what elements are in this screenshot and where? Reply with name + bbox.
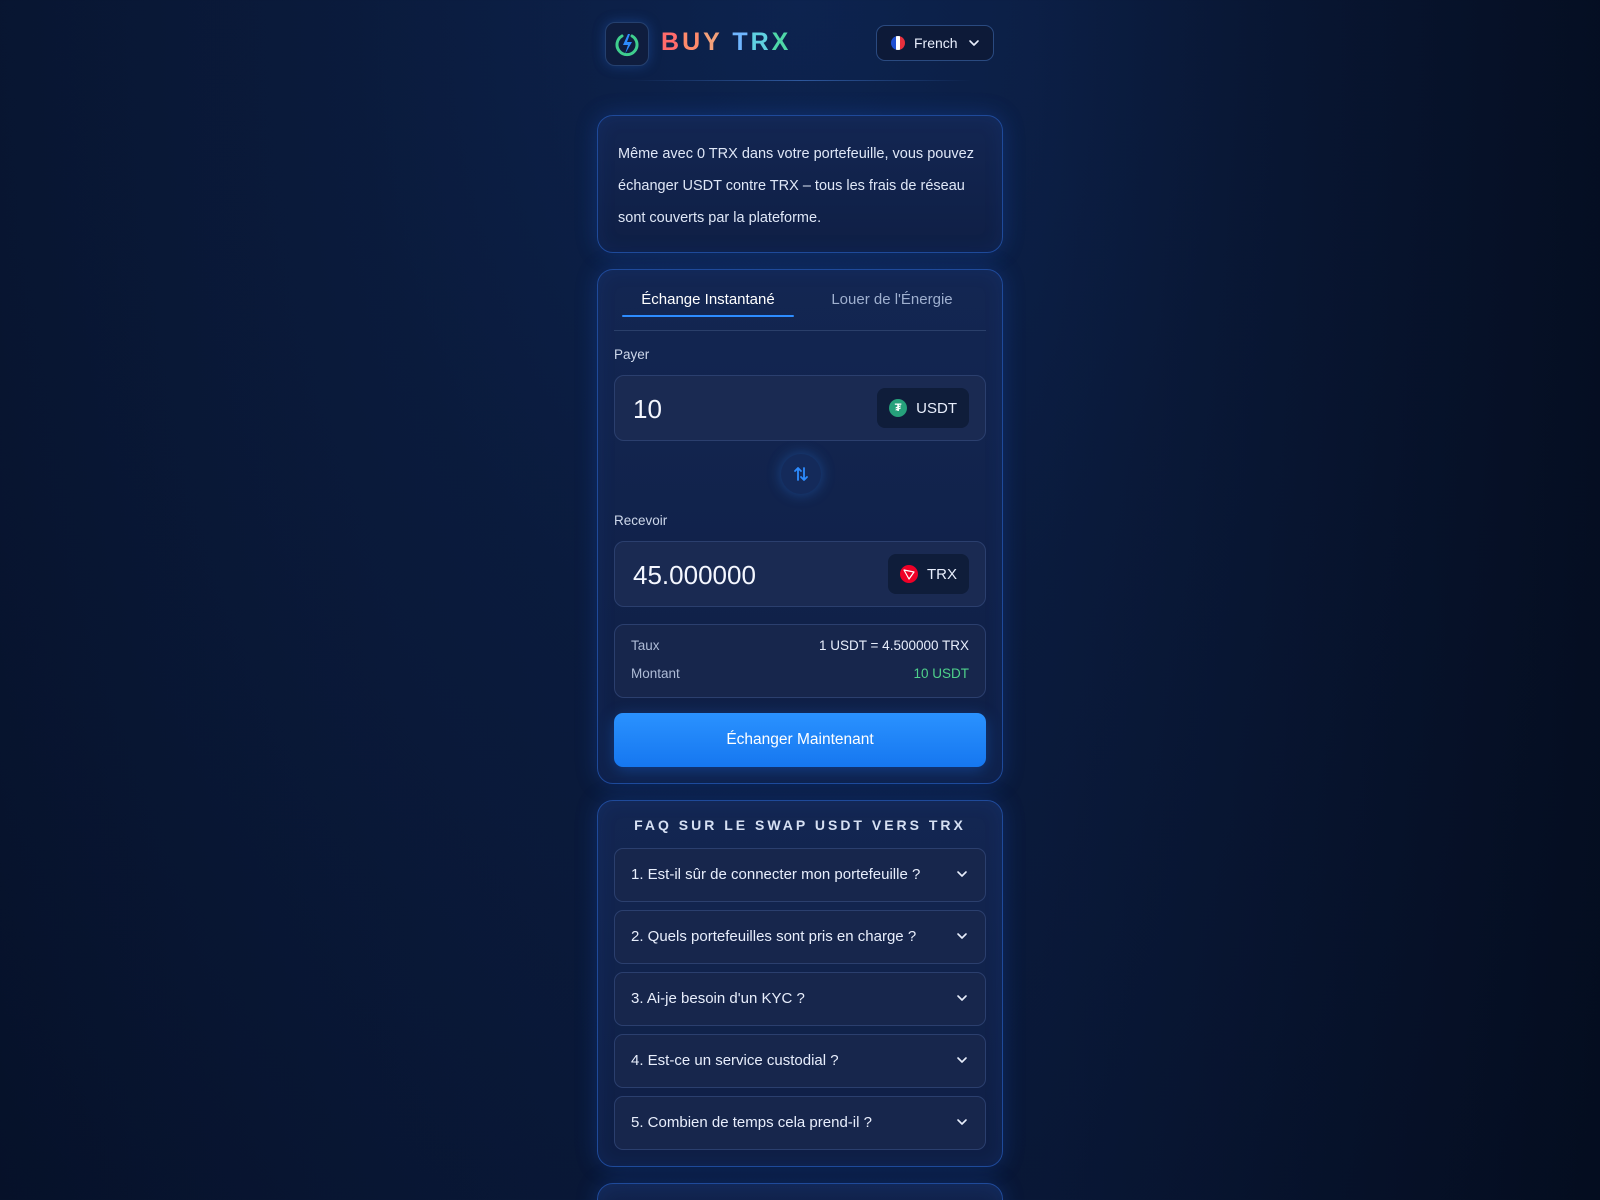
chevron-down-icon [957,871,967,877]
pay-token-label: USDT [916,399,957,417]
language-selector[interactable]: French [876,25,994,61]
brand-letter: U [682,28,704,56]
receive-token-selector[interactable]: TRX [888,554,969,594]
info-card: Même avec 0 TRX dans votre portefeuille,… [597,115,1003,253]
faq-card: FAQ SUR LE SWAP USDT VERS TRX 1. Est-il … [597,800,1003,1167]
language-label: French [914,35,958,51]
next-section-card [597,1183,1003,1200]
brand-name: BUY TRX [661,28,791,57]
rate-value: 1 USDT = 4.500000 TRX [819,638,969,653]
power-logo-icon [615,34,639,57]
header: BUY TRX French [597,22,1003,82]
chevron-down-icon [957,995,967,1001]
amount-row: Montant 10 USDT [631,666,969,681]
faq-item[interactable]: 2. Quels portefeuilles sont pris en char… [614,910,986,964]
faq-question: 4. Est-ce un service custodial ? [631,1052,839,1069]
tab-instant-swap[interactable]: Échange Instantané [622,270,794,329]
trx-token-icon [900,565,918,583]
chevron-down-icon [957,1119,967,1125]
tab-rent-energy[interactable]: Louer de l'Énergie [806,270,978,329]
swap-now-button[interactable]: Échanger Maintenant [614,713,986,767]
pay-token-selector[interactable]: ₮ USDT [877,388,969,428]
faq-title: FAQ SUR LE SWAP USDT VERS TRX [634,817,966,833]
brand-letter: T [732,28,751,56]
info-text: Même avec 0 TRX dans votre portefeuille,… [618,146,974,226]
pay-amount-input[interactable] [631,376,865,442]
chevron-down-icon [968,40,979,46]
faq-question: 1. Est-il sûr de connecter mon portefeui… [631,866,921,883]
header-divider [627,80,973,81]
pay-label: Payer [614,347,650,362]
faq-item[interactable]: 3. Ai-je besoin d'un KYC ? [614,972,986,1026]
faq-item[interactable]: 5. Combien de temps cela prend-il ? [614,1096,986,1150]
amount-label: Montant [631,666,680,681]
tab-bar: Échange Instantané Louer de l'Énergie [614,270,986,331]
brand-letter: Y [703,28,723,56]
chevron-down-icon [957,1057,967,1063]
pay-amount-box: ₮ USDT [614,375,986,442]
swap-card: Échange Instantané Louer de l'Énergie Pa… [597,269,1003,784]
rate-summary: Taux 1 USDT = 4.500000 TRX Montant 10 US… [614,624,986,698]
brand-letter: R [750,28,772,56]
rate-label: Taux [631,638,660,653]
receive-amount-input[interactable] [631,542,865,608]
swap-arrows-icon [794,467,808,481]
faq-item[interactable]: 1. Est-il sûr de connecter mon portefeui… [614,848,986,902]
brand-letter: B [661,28,683,56]
faq-question: 3. Ai-je besoin d'un KYC ? [631,990,805,1007]
logo[interactable] [605,22,649,66]
rate-row: Taux 1 USDT = 4.500000 TRX [631,638,969,653]
chevron-down-icon [957,933,967,939]
faq-question: 5. Combien de temps cela prend-il ? [631,1114,872,1131]
france-flag-icon [891,36,905,50]
brand-letter: X [771,28,792,56]
amount-value: 10 USDT [913,666,969,681]
receive-label: Recevoir [614,513,668,528]
receive-token-label: TRX [927,565,957,583]
usdt-token-icon: ₮ [889,399,908,417]
faq-item[interactable]: 4. Est-ce un service custodial ? [614,1034,986,1088]
receive-amount-box: TRX [614,541,986,608]
faq-question: 2. Quels portefeuilles sont pris en char… [631,928,917,945]
swap-direction-button[interactable] [781,454,821,494]
